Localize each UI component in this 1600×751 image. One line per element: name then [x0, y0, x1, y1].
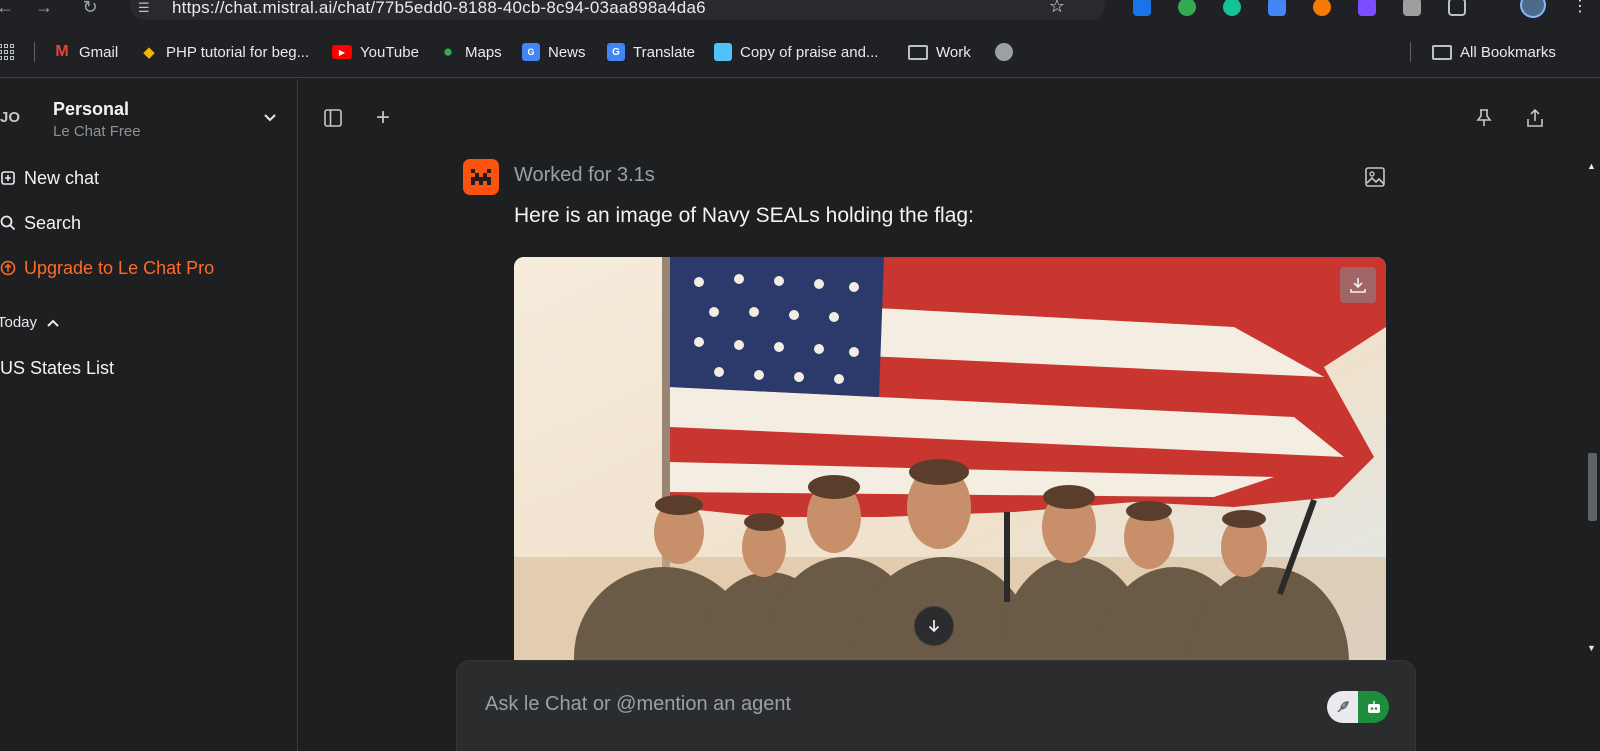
- new-chat-plus-icon[interactable]: +: [371, 104, 395, 131]
- site-settings-icon[interactable]: ☰: [138, 0, 154, 15]
- extension-icon[interactable]: [1403, 0, 1421, 16]
- search-button[interactable]: Search: [0, 210, 81, 236]
- globe-icon: [995, 43, 1013, 61]
- new-chat-icon: [0, 170, 16, 186]
- bookmark-label: Maps: [465, 43, 502, 61]
- sidebar: JO Personal Le Chat Free New chat Search…: [0, 79, 298, 751]
- bookmark-translate[interactable]: G Translate: [607, 40, 695, 64]
- news-icon: G: [522, 43, 540, 61]
- chat-input[interactable]: [485, 693, 1285, 716]
- bookmark-youtube[interactable]: ▶ YouTube: [332, 40, 419, 64]
- flag-soldiers-illustration: [514, 257, 1386, 667]
- image-icon[interactable]: [1364, 166, 1386, 188]
- composer: [456, 660, 1416, 751]
- generated-image[interactable]: [514, 257, 1386, 667]
- url-text[interactable]: https://chat.mistral.ai/chat/77b5edd0-81…: [172, 0, 706, 18]
- maps-pin-icon: ●: [442, 42, 454, 61]
- assistant-message: Here is an image of Navy SEALs holding t…: [514, 204, 974, 227]
- scroll-down-arrow-icon[interactable]: ▼: [1587, 643, 1596, 653]
- chevron-up-icon: [47, 319, 59, 327]
- workspace-plan: Le Chat Free: [53, 123, 141, 140]
- address-bar[interactable]: ☰ https://chat.mistral.ai/chat/77b5edd0-…: [130, 0, 1105, 20]
- robot-icon[interactable]: [1358, 691, 1389, 723]
- bookmark-gmail[interactable]: M Gmail: [53, 40, 118, 64]
- all-bookmarks-button[interactable]: All Bookmarks: [1432, 40, 1556, 64]
- extension-icon[interactable]: [1133, 0, 1151, 16]
- workspace-avatar[interactable]: JO: [0, 109, 20, 126]
- grammarly-icon[interactable]: [1223, 0, 1241, 16]
- profile-avatar[interactable]: [1520, 0, 1546, 18]
- browser-toolbar: ← → ↻ ☰ https://chat.mistral.ai/chat/77b…: [0, 0, 1600, 26]
- folder-icon: [1432, 44, 1452, 60]
- translate-icon: G: [607, 43, 625, 61]
- folder-icon: [908, 44, 928, 60]
- scrollbar-thumb[interactable]: [1588, 453, 1597, 521]
- youtube-icon: ▶: [332, 45, 352, 59]
- extension-icon[interactable]: [1313, 0, 1331, 16]
- bookmark-globe[interactable]: [995, 40, 1013, 64]
- bookmark-label: Gmail: [79, 43, 119, 61]
- section-today-label: Today: [0, 314, 38, 331]
- bookmark-label: Translate: [633, 43, 695, 61]
- workspace-title[interactable]: Personal: [53, 99, 129, 120]
- extension-icon[interactable]: [1358, 0, 1376, 16]
- chevron-down-icon[interactable]: [262, 109, 278, 125]
- reload-icon[interactable]: ↻: [79, 0, 101, 18]
- bookmark-maps[interactable]: ● Maps: [439, 40, 502, 64]
- bookmark-label: News: [548, 43, 586, 61]
- extension-icon[interactable]: [1268, 0, 1286, 16]
- bookmark-folder-work[interactable]: Work: [908, 40, 971, 64]
- worked-status[interactable]: Worked for 3.1s: [514, 164, 655, 187]
- arrow-down-icon: [928, 620, 940, 633]
- scroll-up-arrow-icon[interactable]: ▲: [1587, 161, 1596, 171]
- bookmark-divider: [1410, 42, 1411, 62]
- bookmark-label: Copy of praise and...: [740, 43, 879, 61]
- toggle-sidebar-icon[interactable]: [321, 106, 345, 130]
- pin-icon[interactable]: [1472, 106, 1496, 130]
- chat-main: + Worked for 3.1s Here is an image of Na…: [299, 79, 1600, 751]
- feather-icon[interactable]: [1327, 691, 1358, 723]
- search-label: Search: [24, 212, 82, 233]
- bookmark-star-icon[interactable]: ☆: [1049, 0, 1065, 17]
- bookmark-php[interactable]: ◆ PHP tutorial for beg...: [140, 40, 309, 64]
- apps-grid-icon[interactable]: [0, 44, 14, 60]
- new-chat-button[interactable]: New chat: [0, 165, 99, 191]
- download-image-button[interactable]: [1340, 267, 1376, 303]
- upgrade-arrow-icon: [0, 260, 16, 276]
- back-icon[interactable]: ←: [0, 0, 16, 18]
- bookmark-label: Work: [936, 43, 971, 61]
- forward-icon[interactable]: →: [33, 0, 55, 18]
- scroll-to-bottom-button[interactable]: [914, 606, 954, 646]
- chat-history-item[interactable]: US States List: [0, 358, 114, 379]
- search-icon: [0, 215, 16, 231]
- all-bookmarks-label: All Bookmarks: [1460, 43, 1556, 61]
- chat-scrollbar[interactable]: ▲ ▼: [1585, 157, 1600, 659]
- browser-menu-icon[interactable]: ⋮: [1572, 0, 1588, 16]
- extension-icon[interactable]: [1178, 0, 1196, 16]
- sheets-icon: [714, 43, 732, 61]
- composer-extension-widget[interactable]: [1327, 691, 1389, 723]
- bookmark-news[interactable]: G News: [522, 40, 586, 64]
- new-chat-label: New chat: [24, 167, 100, 188]
- bookmark-label: PHP tutorial for beg...: [166, 43, 310, 61]
- upgrade-button[interactable]: Upgrade to Le Chat Pro: [0, 255, 214, 281]
- extensions-puzzle-icon[interactable]: [1448, 0, 1466, 16]
- bookmark-copy-of-praise[interactable]: Copy of praise and...: [714, 40, 878, 64]
- php-icon: ◆: [143, 44, 155, 61]
- gmail-icon: M: [55, 43, 69, 60]
- upgrade-label: Upgrade to Le Chat Pro: [24, 257, 215, 278]
- download-icon: [1350, 278, 1366, 293]
- bookmark-divider: [34, 42, 35, 62]
- bookmarks-bar: M Gmail ◆ PHP tutorial for beg... ▶ YouT…: [0, 26, 1600, 78]
- mistral-logo: [463, 159, 499, 195]
- share-icon[interactable]: [1523, 106, 1547, 130]
- section-today-toggle[interactable]: Today: [0, 314, 59, 331]
- bookmark-label: YouTube: [360, 43, 419, 61]
